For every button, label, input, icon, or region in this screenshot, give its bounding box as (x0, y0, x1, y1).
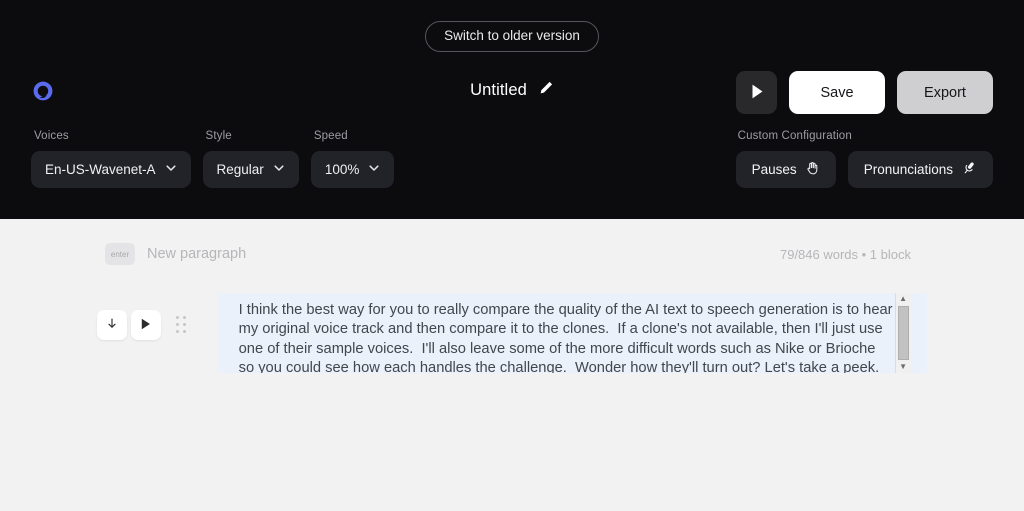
microphone-icon (961, 160, 977, 179)
scroll-down-icon[interactable]: ▼ (899, 363, 907, 371)
text-block-inner: I think the best way for you to really c… (217, 293, 895, 373)
custom-configuration: Custom Configuration Pauses Pronunciatio… (735, 130, 993, 188)
voices-dropdown[interactable]: En-US-Wavenet-A (31, 151, 191, 188)
play-block-button[interactable] (130, 310, 161, 340)
pencil-icon[interactable] (538, 80, 554, 101)
chevron-down-icon (368, 162, 380, 177)
pronunciations-label: Pronunciations (863, 162, 953, 177)
style-control: Style Regular (202, 130, 299, 188)
pronunciations-button[interactable]: Pronunciations (847, 151, 993, 188)
app-logo-icon (33, 81, 53, 101)
download-block-button[interactable] (97, 310, 127, 340)
switch-to-older-version-button[interactable]: Switch to older version (425, 21, 599, 52)
editor-meta-row: enter New paragraph 79/846 words • 1 blo… (105, 243, 911, 265)
chevron-down-icon (273, 162, 285, 177)
text-block[interactable]: I think the best way for you to really c… (216, 293, 927, 373)
new-paragraph-label: New paragraph (147, 246, 247, 262)
voices-control: Voices En-US-Wavenet-A (31, 130, 191, 188)
enter-key-badge: enter (105, 243, 135, 265)
text-block-row: I think the best way for you to really c… (97, 293, 927, 373)
page-title: Untitled (470, 81, 527, 99)
speed-dropdown[interactable]: 100% (310, 151, 395, 188)
speed-control: Speed 100% (310, 130, 395, 188)
style-label: Style (205, 130, 232, 142)
download-icon (105, 317, 119, 334)
text-block-content[interactable]: I think the best way for you to really c… (239, 301, 895, 373)
export-button[interactable]: Export (897, 71, 993, 114)
text-block-scrollbar[interactable]: ▲ ▼ (894, 293, 911, 373)
style-value: Regular (216, 162, 264, 177)
scrollbar-thumb[interactable] (897, 306, 909, 360)
voices-label: Voices (34, 130, 69, 142)
hand-icon (805, 161, 820, 179)
editor-area: enter New paragraph 79/846 words • 1 blo… (0, 219, 1024, 511)
speed-value: 100% (324, 162, 360, 177)
drag-handle-icon[interactable] (175, 315, 189, 335)
app-logo[interactable] (31, 79, 55, 103)
voices-value: En-US-Wavenet-A (45, 162, 156, 177)
style-dropdown[interactable]: Regular (202, 151, 299, 188)
chevron-down-icon (165, 162, 177, 177)
switch-version-wrap: Switch to older version (0, 21, 1024, 52)
play-icon (749, 83, 765, 103)
custom-configuration-buttons: Pauses Pronunciations (735, 151, 993, 188)
voice-controls: Voices En-US-Wavenet-A Style Regular Spe… (31, 130, 395, 188)
scroll-up-icon[interactable]: ▲ (899, 295, 907, 303)
speed-label: Speed (313, 130, 348, 142)
pauses-label: Pauses (751, 162, 797, 177)
save-button[interactable]: Save (789, 71, 885, 114)
app-header: Switch to older version Untitled Save Ex… (0, 0, 1024, 219)
word-count-status: 79/846 words • 1 block (779, 246, 911, 262)
play-icon (139, 317, 152, 334)
header-actions: Save Export (736, 71, 993, 114)
pauses-button[interactable]: Pauses (735, 151, 836, 188)
play-button[interactable] (736, 71, 777, 114)
custom-configuration-label: Custom Configuration (737, 130, 852, 142)
new-paragraph-hint: enter New paragraph (105, 243, 246, 265)
